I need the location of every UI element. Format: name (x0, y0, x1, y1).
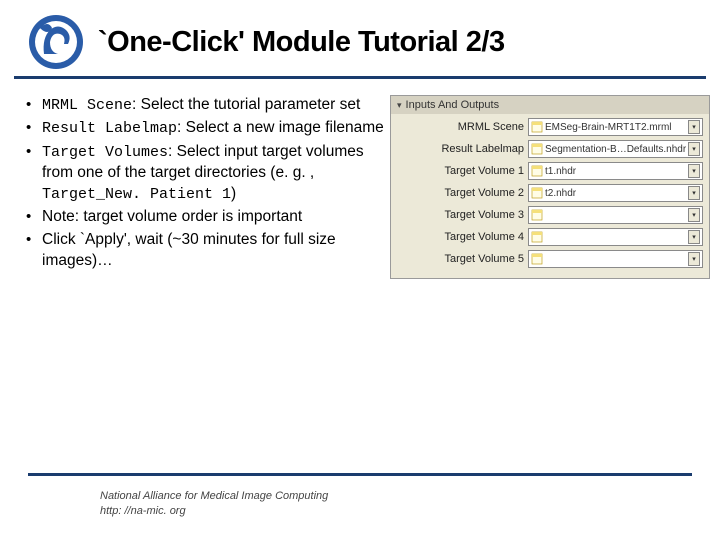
panel-row-field[interactable]: ▾ (528, 250, 703, 268)
dropdown-button[interactable]: ▾ (688, 186, 700, 200)
file-icon (531, 231, 543, 243)
panel-row-field[interactable]: ▾ (528, 228, 703, 246)
bullet-text: : Select the tutorial parameter set (132, 96, 360, 113)
namic-logo (28, 14, 88, 70)
bullet-item: Target Volumes: Select input target volu… (24, 142, 384, 205)
panel-row-field[interactable]: t2.nhdr▾ (528, 184, 703, 202)
bullet-item: MRML Scene: Select the tutorial paramete… (24, 95, 384, 116)
bullet-list: MRML Scene: Select the tutorial paramete… (24, 95, 390, 279)
file-icon (531, 253, 543, 265)
footer-line-2: http: //na-mic. org (100, 504, 328, 518)
bullet-mono: MRML Scene (42, 97, 132, 114)
bullet-text: Note: target volume order is important (42, 208, 302, 225)
file-icon (531, 165, 543, 177)
bullet-mono: Target Volumes (42, 144, 168, 161)
slide-header: `One-Click' Module Tutorial 2/3 (14, 0, 706, 79)
collapse-arrow-icon: ▾ (397, 100, 402, 111)
bullet-text: ) (231, 185, 236, 202)
bullet-item: Note: target volume order is important (24, 207, 384, 228)
slide-title: `One-Click' Module Tutorial 2/3 (98, 26, 505, 59)
file-icon (531, 209, 543, 221)
panel-row-field[interactable]: EMSeg-Brain-MRT1T2.mrml▾ (528, 118, 703, 136)
slide-footer: National Alliance for Medical Image Comp… (100, 489, 328, 518)
footer-rule (28, 473, 692, 476)
panel-row-label: Target Volume 5 (397, 253, 524, 265)
dropdown-button[interactable]: ▾ (688, 120, 700, 134)
panel-row-field[interactable]: ▾ (528, 206, 703, 224)
file-icon (531, 121, 543, 133)
slide-content: MRML Scene: Select the tutorial paramete… (0, 79, 720, 279)
panel-row-value: EMSeg-Brain-MRT1T2.mrml (545, 122, 686, 133)
dropdown-button[interactable]: ▾ (688, 230, 700, 244)
bullet-item: Click `Apply', wait (~30 minutes for ful… (24, 230, 384, 272)
panel-row: MRML Scene EMSeg-Brain-MRT1T2.mrml▾ (397, 118, 703, 136)
bullet-mono: Result Labelmap (42, 120, 177, 137)
bullet-text: : Select a new image filename (177, 119, 384, 136)
dropdown-button[interactable]: ▾ (688, 164, 700, 178)
panel-row-value: t1.nhdr (545, 166, 686, 177)
panel-row: Target Volume 2 t2.nhdr▾ (397, 184, 703, 202)
panel-row-field[interactable]: t1.nhdr▾ (528, 162, 703, 180)
dropdown-button[interactable]: ▾ (688, 142, 700, 156)
file-icon (531, 187, 543, 199)
file-icon (531, 143, 543, 155)
panel-body: MRML Scene EMSeg-Brain-MRT1T2.mrml▾Resul… (391, 114, 709, 278)
panel-row-value: t2.nhdr (545, 188, 686, 199)
panel-row-label: Result Labelmap (397, 143, 524, 155)
panel-row-value: Segmentation-B…Defaults.nhdr (545, 144, 686, 155)
footer-line-1: National Alliance for Medical Image Comp… (100, 489, 328, 503)
panel-row: Target Volume 3 ▾ (397, 206, 703, 224)
bullet-mono: Target_New. Patient 1 (42, 186, 231, 203)
dropdown-button[interactable]: ▾ (688, 208, 700, 222)
panel-row-label: Target Volume 1 (397, 165, 524, 177)
panel-row: Target Volume 4 ▾ (397, 228, 703, 246)
bullet-item: Result Labelmap: Select a new image file… (24, 118, 384, 139)
panel-row: Target Volume 5 ▾ (397, 250, 703, 268)
panel-row: Result Labelmap Segmentation-B…Defaults.… (397, 140, 703, 158)
inputs-outputs-panel: ▾ Inputs And Outputs MRML Scene EMSeg-Br… (390, 95, 710, 279)
panel-row-field[interactable]: Segmentation-B…Defaults.nhdr▾ (528, 140, 703, 158)
panel-row-label: Target Volume 3 (397, 209, 524, 221)
panel-row: Target Volume 1 t1.nhdr▾ (397, 162, 703, 180)
panel-row-label: Target Volume 4 (397, 231, 524, 243)
panel-header[interactable]: ▾ Inputs And Outputs (391, 96, 709, 114)
dropdown-button[interactable]: ▾ (688, 252, 700, 266)
panel-header-label: Inputs And Outputs (406, 99, 500, 111)
panel-row-label: Target Volume 2 (397, 187, 524, 199)
bullet-text: Click `Apply', wait (~30 minutes for ful… (42, 231, 336, 269)
panel-row-label: MRML Scene (397, 121, 524, 133)
